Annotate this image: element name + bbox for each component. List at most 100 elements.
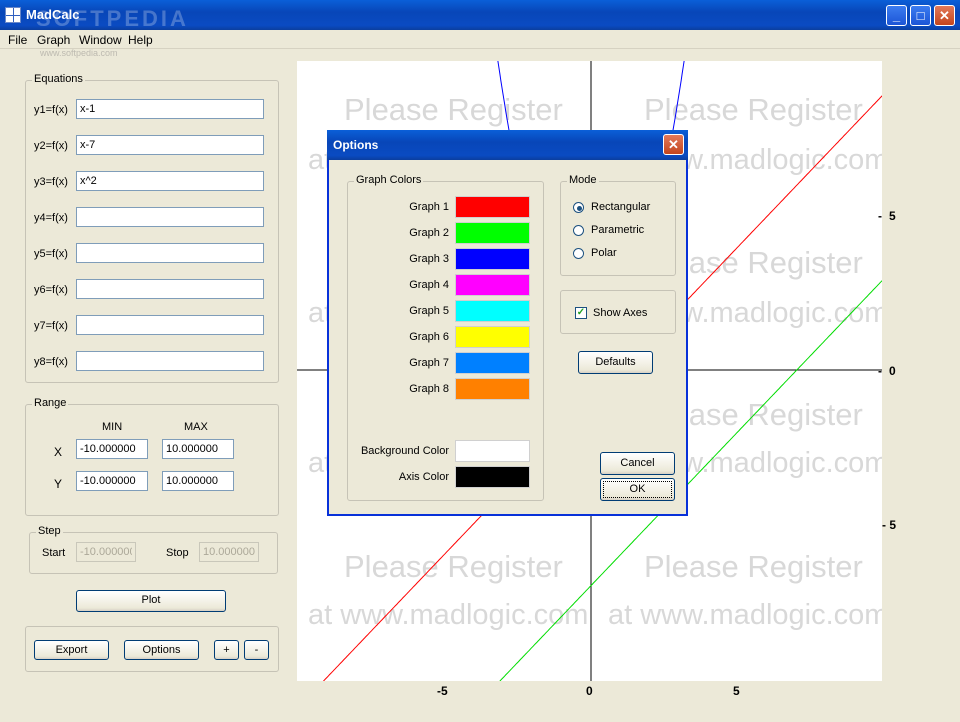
y-tick-0: 0: [889, 364, 896, 378]
menu-file[interactable]: File: [8, 33, 27, 47]
equation-label-y8: y8=f(x): [34, 356, 68, 368]
x-tick-5: 5: [733, 684, 740, 698]
dialog-title: Options: [333, 138, 379, 152]
defaults-button[interactable]: Defaults: [578, 351, 653, 374]
equation-input-y1[interactable]: [76, 99, 264, 119]
equation-input-y2[interactable]: [76, 135, 264, 155]
graph-color-label-6: Graph 6: [409, 331, 449, 343]
show-axes-checkbox[interactable]: ✓: [575, 307, 587, 319]
options-button[interactable]: Options: [124, 640, 199, 660]
title-bar: MadCalc SOFTPEDIA _ □ ✕: [0, 0, 960, 31]
mode-radio-parametric[interactable]: [573, 225, 584, 236]
range-group: Range MIN MAX X Y: [25, 397, 279, 516]
step-stop-input: [199, 542, 259, 562]
zoom-out-button[interactable]: -: [244, 640, 269, 660]
menu-window[interactable]: Window: [79, 33, 122, 47]
y-tick-5: 5: [889, 209, 896, 223]
actions-group: Export Options + -: [25, 626, 279, 672]
softpedia-url-watermark: www.softpedia.com: [40, 48, 118, 58]
menu-graph[interactable]: Graph: [37, 33, 70, 47]
y-tick-0-mark: -: [878, 364, 882, 378]
equation-label-y3: y3=f(x): [34, 176, 68, 188]
axis-color-label: Axis Color: [398, 471, 449, 483]
maximize-button[interactable]: □: [910, 5, 931, 26]
plot-button[interactable]: Plot: [76, 590, 226, 612]
app-icon: [5, 7, 21, 23]
graph-color-swatch-6[interactable]: [455, 326, 530, 348]
graph-color-label-5: Graph 5: [409, 305, 449, 317]
background-color-swatch[interactable]: [455, 440, 530, 462]
graph-color-label-3: Graph 3: [409, 253, 449, 265]
range-x-label: X: [54, 445, 63, 459]
mode-group: Mode Rectangular Parametric Polar: [560, 174, 676, 276]
mode-label-polar: Polar: [591, 247, 617, 259]
x-min-input[interactable]: [76, 439, 148, 459]
equation-input-y3[interactable]: [76, 171, 264, 191]
equation-label-y4: y4=f(x): [34, 212, 68, 224]
step-legend: Step: [36, 525, 63, 537]
step-start-label: Start: [42, 547, 66, 559]
equation-label-y2: y2=f(x): [34, 140, 68, 152]
graph-color-swatch-3[interactable]: [455, 248, 530, 270]
menu-bar: File Graph Window Help: [0, 30, 960, 49]
x-tick-0: 0: [586, 684, 593, 698]
graph-color-label-4: Graph 4: [409, 279, 449, 291]
equation-input-y6[interactable]: [76, 279, 264, 299]
mode-label-rectangular: Rectangular: [591, 201, 651, 213]
options-dialog: Options ✕ Graph Colors Graph 1 Graph 2 Gra…: [327, 130, 688, 516]
equation-label-y5: y5=f(x): [34, 248, 68, 260]
equation-input-y5[interactable]: [76, 243, 264, 263]
y-min-input[interactable]: [76, 471, 148, 491]
menu-help[interactable]: Help: [128, 33, 153, 47]
equation-label-y7: y7=f(x): [34, 320, 68, 332]
equation-label-y6: y6=f(x): [34, 284, 68, 296]
graph-color-label-2: Graph 2: [409, 227, 449, 239]
close-button[interactable]: ✕: [934, 5, 955, 26]
mode-radio-polar[interactable]: [573, 248, 584, 259]
graph-color-swatch-7[interactable]: [455, 352, 530, 374]
range-min-header: MIN: [102, 421, 123, 433]
graph-color-swatch-8[interactable]: [455, 378, 530, 400]
y-tick-neg5: - 5: [882, 518, 897, 532]
graph-color-swatch-5[interactable]: [455, 300, 530, 322]
graph-color-label-1: Graph 1: [409, 201, 449, 213]
equation-label-y1: y1=f(x): [34, 104, 68, 116]
cancel-button[interactable]: Cancel: [600, 452, 675, 475]
y-max-input[interactable]: [162, 471, 234, 491]
dialog-close-button[interactable]: ✕: [663, 134, 684, 155]
step-start-input: [76, 542, 136, 562]
background-color-label: Background Color: [360, 445, 449, 457]
show-axes-label: Show Axes: [593, 307, 648, 319]
ok-button[interactable]: OK: [600, 478, 675, 501]
axis-color-swatch[interactable]: [455, 466, 530, 488]
step-stop-label: Stop: [166, 547, 189, 559]
equation-input-y4[interactable]: [76, 207, 264, 227]
equations-group: Equations y1=f(x) y2=f(x) y3=f(x) y4=f(x) y5…: [25, 73, 279, 383]
range-y-label: Y: [54, 477, 63, 491]
x-tick-neg5: -5: [437, 684, 448, 698]
y-tick-5-mark: -: [878, 209, 882, 223]
x-max-input[interactable]: [162, 439, 234, 459]
graph-colors-legend: Graph Colors: [354, 174, 424, 186]
minimize-button[interactable]: _: [886, 5, 907, 26]
softpedia-watermark: SOFTPEDIA: [36, 6, 189, 31]
equation-input-y8[interactable]: [76, 351, 264, 371]
mode-radio-rectangular[interactable]: [573, 202, 584, 213]
graph-color-label-7: Graph 7: [409, 357, 449, 369]
mode-legend: Mode: [567, 174, 599, 186]
equations-legend: Equations: [32, 73, 85, 85]
dialog-title-bar: Options ✕: [327, 130, 688, 160]
graph-color-swatch-4[interactable]: [455, 274, 530, 296]
equation-input-y7[interactable]: [76, 315, 264, 335]
range-max-header: MAX: [184, 421, 208, 433]
mode-label-parametric: Parametric: [591, 224, 645, 236]
graph-color-swatch-2[interactable]: [455, 222, 530, 244]
zoom-in-button[interactable]: +: [214, 640, 239, 660]
graph-colors-group: Graph Colors Graph 1 Graph 2 Graph 3 Graph …: [347, 174, 544, 501]
range-legend: Range: [32, 397, 69, 409]
export-button[interactable]: Export: [34, 640, 109, 660]
graph-color-label-8: Graph 8: [409, 383, 449, 395]
show-axes-group: ✓ Show Axes: [560, 290, 676, 334]
step-group: Step Start Stop: [29, 525, 278, 574]
graph-color-swatch-1[interactable]: [455, 196, 530, 218]
